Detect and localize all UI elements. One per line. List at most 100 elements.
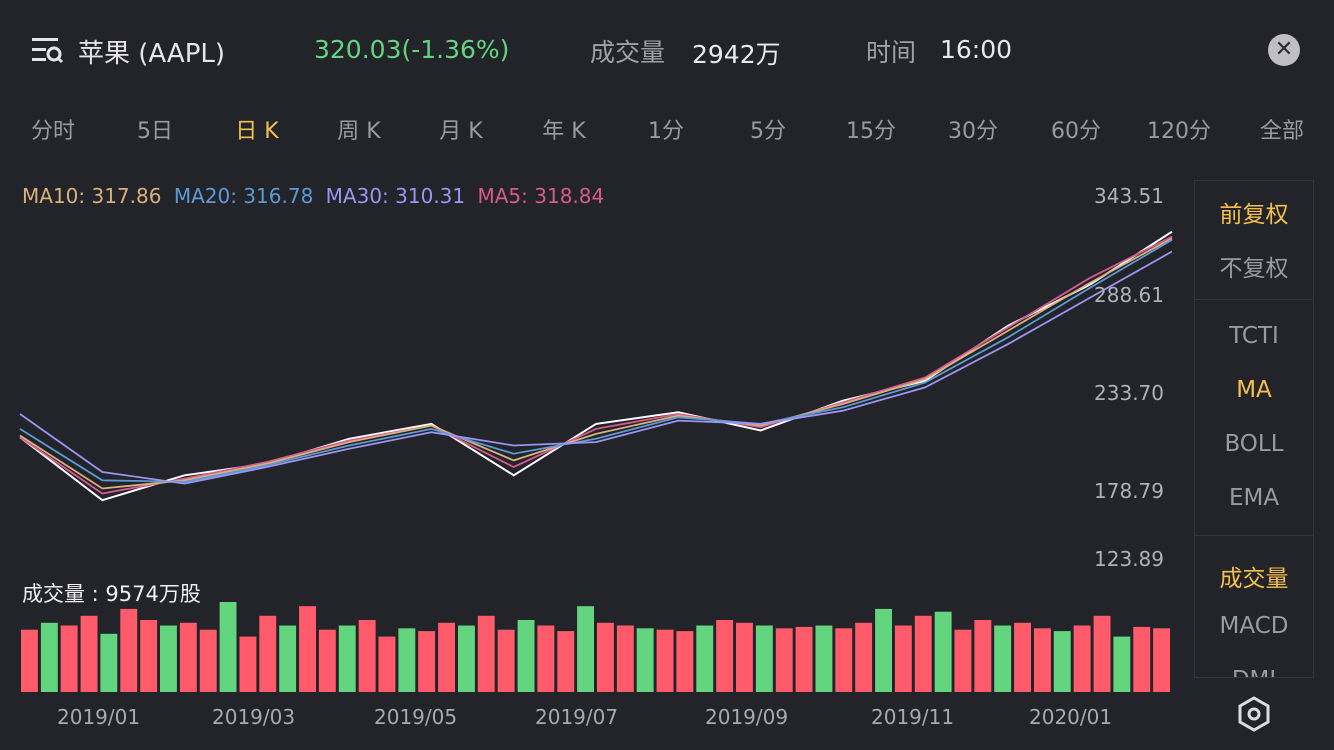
volume-bar	[239, 636, 257, 692]
volume-bar	[1113, 636, 1131, 692]
tab-1min[interactable]: 1分	[616, 112, 716, 152]
tab-120min[interactable]: 120分	[1129, 112, 1229, 152]
volume-bar	[418, 631, 436, 692]
volume-bar	[597, 622, 614, 692]
volume-bar	[1153, 628, 1170, 692]
volume-bar	[80, 615, 98, 692]
volume-bar	[140, 620, 158, 692]
volume-bar	[1053, 631, 1071, 692]
header: 苹果 (AAPL) 320.03(-1.36%) 成交量 2942万 时间 16…	[0, 0, 1334, 100]
tab-5min[interactable]: 5分	[718, 112, 818, 152]
volume-bar	[736, 622, 753, 692]
volume-bar	[676, 631, 694, 692]
volume-bar	[815, 625, 833, 692]
date-tick: 2020/01	[1029, 705, 1113, 729]
close-button[interactable]: ✕	[1268, 34, 1300, 66]
volume-value: 2942万	[692, 40, 781, 69]
volume-bar	[1014, 622, 1031, 692]
volume-bar	[1093, 615, 1111, 692]
volume-bar	[974, 620, 992, 692]
date-tick: 2019/09	[705, 705, 789, 729]
volume-bar	[279, 625, 297, 692]
indicator-ema[interactable]: EMA	[1195, 485, 1313, 511]
volume-bar	[21, 629, 38, 692]
volume-bar	[954, 629, 972, 692]
volume-bar	[338, 625, 356, 692]
volume-bar	[855, 622, 873, 692]
volume-bar	[775, 628, 793, 692]
indicator-panel: 前复权 不复权 TCTI MA BOLL EMA 成交量 MACD DMI	[1194, 180, 1314, 678]
tab-5day[interactable]: 5日	[105, 112, 205, 152]
volume-bar	[994, 625, 1012, 692]
volume-bar	[477, 615, 495, 692]
volume-bar	[100, 633, 118, 692]
price-line	[19, 230, 1173, 502]
volume-bar	[219, 602, 237, 692]
sub-indicator-volume[interactable]: 成交量	[1195, 559, 1313, 593]
time-value: 16:00	[940, 35, 1013, 64]
price-change: 320.03(-1.36%)	[314, 35, 510, 64]
volume-bar	[299, 606, 316, 692]
tab-60min[interactable]: 60分	[1026, 112, 1126, 152]
volume-label: 成交量	[590, 38, 666, 67]
divider	[1195, 535, 1313, 536]
volume-bar	[875, 608, 892, 692]
ma-line-ma20	[19, 239, 1173, 483]
volume-bar	[716, 620, 734, 692]
volume-bar	[934, 611, 952, 692]
adjust-none[interactable]: 不复权	[1195, 249, 1313, 283]
price-axis-tick: 288.61	[1094, 283, 1164, 307]
volume-bar	[696, 625, 714, 692]
ma-line-ma30	[19, 250, 1173, 485]
volume-bar	[557, 631, 575, 692]
tab-30min[interactable]: 30分	[923, 112, 1023, 152]
volume-bar	[1133, 626, 1151, 692]
volume-bar	[616, 625, 634, 692]
period-tabs: 分时 5日 日 K 周 K 月 K 年 K 1分 5分 15分 30分 60分 …	[0, 112, 1334, 152]
volume-bar	[40, 622, 58, 692]
volume-bar	[199, 629, 217, 692]
price-axis-tick: 123.89	[1094, 547, 1164, 571]
volume-bar	[259, 615, 277, 692]
date-tick: 2019/01	[57, 705, 141, 729]
indicator-boll[interactable]: BOLL	[1195, 431, 1313, 457]
volume-bar	[1073, 625, 1091, 692]
ma-line-ma10	[19, 237, 1173, 490]
tab-daily-k[interactable]: 日 K	[207, 112, 307, 152]
volume-bar	[497, 629, 515, 692]
volume-bar	[358, 620, 376, 692]
volume-bar	[894, 625, 912, 692]
indicator-ma[interactable]: MA	[1195, 377, 1313, 403]
search-list-icon[interactable]	[30, 34, 64, 66]
tab-15min[interactable]: 15分	[821, 112, 921, 152]
settings-hexagon-icon[interactable]	[1236, 696, 1272, 732]
kline-chart[interactable]	[0, 170, 1180, 700]
volume-bar	[458, 625, 475, 692]
volume-bar	[755, 625, 773, 692]
divider	[1195, 299, 1313, 300]
date-tick: 2019/03	[212, 705, 296, 729]
indicator-tcti[interactable]: TCTI	[1195, 323, 1313, 349]
volume-bar	[318, 629, 336, 692]
volume-bar	[795, 626, 813, 692]
volume-bar	[1034, 628, 1051, 692]
volume-bar	[120, 608, 138, 692]
tab-all[interactable]: 全部	[1232, 112, 1332, 152]
volume-bar	[517, 620, 535, 692]
price-axis-tick: 178.79	[1094, 479, 1164, 503]
volume-bar	[577, 606, 594, 692]
tab-monthly-k[interactable]: 月 K	[411, 112, 511, 152]
sub-indicator-macd[interactable]: MACD	[1195, 613, 1313, 639]
volume-bar	[60, 625, 78, 692]
time-label: 时间	[866, 38, 917, 67]
ma-line-ma5	[19, 235, 1173, 495]
sub-indicator-dmi[interactable]: DMI	[1195, 667, 1313, 677]
tab-weekly-k[interactable]: 周 K	[309, 112, 409, 152]
volume-bar	[378, 636, 396, 692]
tab-fenshi[interactable]: 分时	[3, 112, 103, 152]
close-icon: ✕	[1274, 37, 1294, 62]
tab-yearly-k[interactable]: 年 K	[514, 112, 614, 152]
volume-bar	[914, 615, 932, 692]
adjust-forward[interactable]: 前复权	[1195, 195, 1313, 229]
stock-title: 苹果 (AAPL)	[78, 39, 226, 69]
